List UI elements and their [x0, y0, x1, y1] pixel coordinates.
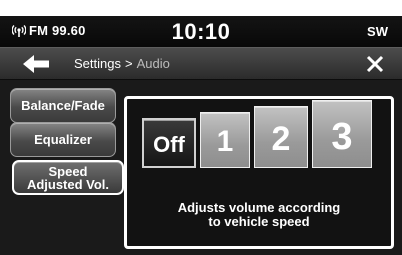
option-2-label: 2	[271, 120, 291, 158]
option-1-label: 1	[216, 125, 234, 158]
panel-description: Adjusts volume according to vehicle spee…	[124, 201, 394, 229]
option-3-label: 3	[331, 116, 353, 158]
back-arrow-icon	[23, 55, 49, 73]
description-line1: Adjusts volume according	[177, 200, 341, 215]
speed-adjusted-volume-line2: Adjusted Vol.	[26, 176, 110, 192]
option-2-button[interactable]: 2	[254, 106, 308, 168]
back-button[interactable]	[22, 54, 52, 74]
equalizer-button[interactable]: Equalizer	[10, 122, 116, 157]
option-off-button[interactable]: Off	[142, 118, 196, 168]
status-bar: FM 99.60 10:10 SW	[0, 16, 402, 47]
breadcrumb-audio: Audio	[136, 56, 170, 71]
speed-adjusted-volume-button[interactable]: Speed Adjusted Vol.	[12, 160, 124, 195]
option-3-button[interactable]: 3	[312, 100, 372, 168]
option-off-label: Off	[153, 132, 185, 157]
description-line2: to vehicle speed	[208, 214, 310, 229]
option-1-button[interactable]: 1	[200, 112, 250, 168]
speed-adjusted-volume-label: Speed Adjusted Vol.	[27, 165, 109, 191]
close-icon	[366, 55, 384, 73]
breadcrumb-bar: Settings > Audio	[0, 47, 402, 80]
breadcrumb-settings[interactable]: Settings	[74, 56, 121, 71]
clock: 10:10	[171, 19, 231, 44]
head-unit-screen: FM 99.60 10:10 SW Settings > Audio Balance…	[0, 16, 402, 255]
compass-heading: SW	[367, 24, 388, 39]
close-button[interactable]	[364, 53, 386, 75]
breadcrumb-separator: >	[124, 56, 133, 71]
balance-fade-button[interactable]: Balance/Fade	[10, 88, 116, 123]
breadcrumb: Settings > Audio	[74, 56, 170, 71]
